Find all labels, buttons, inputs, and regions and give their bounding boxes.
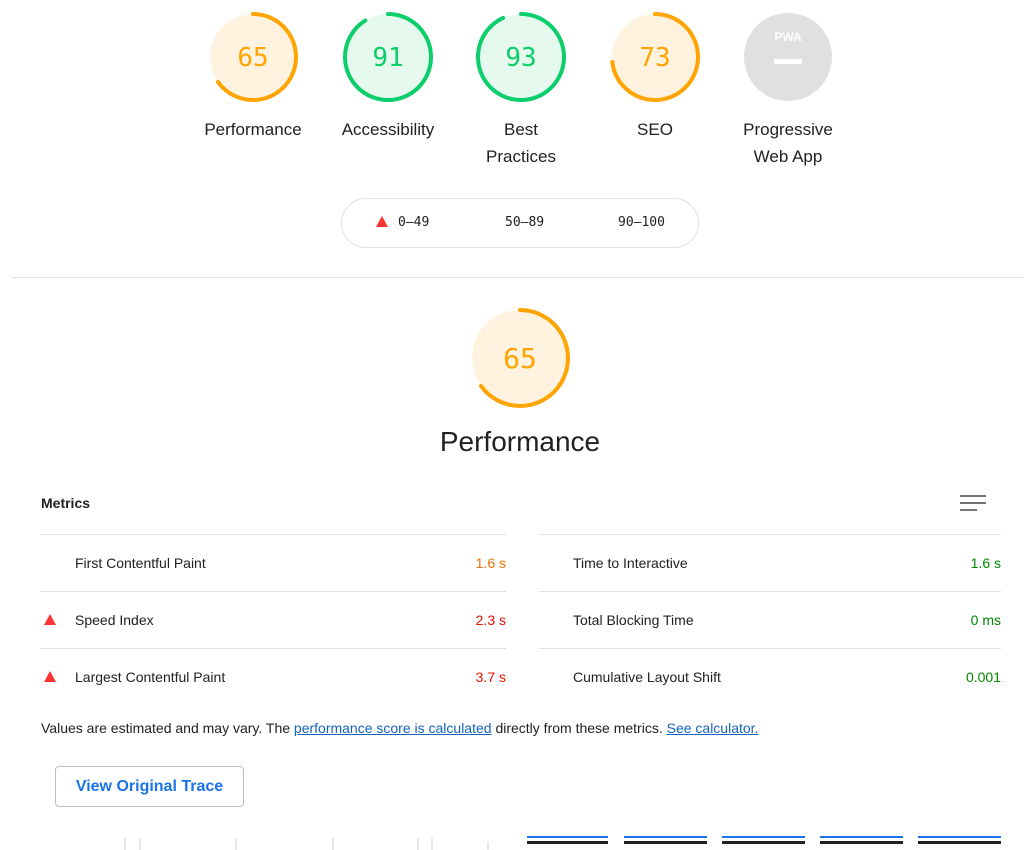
legend-fail: 0–49: [376, 215, 429, 231]
filmstrip-thumbnails: [124, 836, 1001, 850]
accessibility-label[interactable]: Accessibility: [318, 116, 458, 143]
performance-label-line: Performance: [204, 120, 302, 139]
metric-value: 3.7 s: [475, 669, 506, 685]
best-practices-label-line-2: Practices: [486, 147, 556, 166]
pwa-label-line-2: Web App: [753, 147, 823, 166]
metric-row[interactable]: Total Blocking Time 0 ms: [539, 591, 1001, 647]
metric-row[interactable]: Largest Contentful Paint 3.7 s: [41, 648, 506, 704]
legend-average: 50–89: [505, 215, 544, 231]
fail-triangle-icon: [44, 671, 56, 682]
metric-title: Speed Index: [75, 612, 154, 628]
performance-detail-score: 65: [503, 342, 537, 375]
best-practices-label-line-1: Best: [503, 120, 539, 139]
performance-gauge[interactable]: 65: [208, 12, 298, 102]
legend-fail-range: 0–49: [398, 215, 430, 230]
metric-row[interactable]: Time to Interactive 1.6 s: [539, 534, 1001, 590]
metric-row[interactable]: Cumulative Layout Shift 0.001: [539, 648, 1001, 704]
metric-row[interactable]: First Contentful Paint 1.6 s: [41, 534, 506, 590]
fail-triangle-icon: [44, 614, 56, 625]
score-calculated-link[interactable]: performance score is calculated: [294, 720, 492, 736]
metric-title: Cumulative Layout Shift: [573, 669, 721, 685]
metrics-heading: Metrics: [41, 495, 91, 511]
accessibility-label-line: Accessibility: [341, 120, 435, 139]
seo-score: 73: [639, 43, 670, 73]
legend-pass: 90–100: [618, 215, 665, 231]
performance-title: Performance: [439, 426, 601, 457]
pwa-badge-text: PWA: [774, 30, 802, 44]
metric-value: 1.6 s: [475, 555, 506, 571]
metric-value: 2.3 s: [475, 612, 506, 628]
score-scale-legend: 0–49 50–89 90–100: [341, 198, 699, 248]
seo-label-line: SEO: [637, 120, 673, 139]
metric-value: 1.6 s: [970, 555, 1001, 571]
legend-average-range: 50–89: [505, 215, 545, 230]
pwa-label-line-1: Progressive: [743, 120, 833, 139]
list-toggle-icon[interactable]: [960, 495, 986, 513]
performance-score: 65: [237, 43, 268, 73]
note-middle: directly from these metrics.: [491, 720, 667, 736]
legend-pass-range: 90–100: [618, 215, 665, 230]
section-divider: [12, 277, 1024, 278]
accessibility-gauge[interactable]: 91: [343, 12, 433, 102]
pwa-label[interactable]: Progressive Web App: [718, 116, 858, 170]
accessibility-score: 91: [372, 43, 403, 73]
seo-label[interactable]: SEO: [585, 116, 725, 143]
performance-label[interactable]: Performance: [183, 116, 323, 143]
metric-title: Time to Interactive: [573, 555, 688, 571]
metrics-note: Values are estimated and may vary. The p…: [41, 719, 758, 737]
best-practices-gauge[interactable]: 93: [476, 12, 566, 102]
metric-title: Total Blocking Time: [573, 612, 694, 628]
see-calculator-link[interactable]: See calculator.: [667, 720, 759, 736]
metric-value: 0 ms: [970, 612, 1001, 628]
view-original-trace-button[interactable]: View Original Trace: [55, 766, 244, 807]
best-practices-score: 93: [505, 43, 536, 73]
metric-row[interactable]: Speed Index 2.3 s: [41, 591, 506, 647]
fail-triangle-icon: [376, 216, 388, 227]
note-prefix: Values are estimated and may vary. The: [41, 720, 294, 736]
performance-detail-gauge: 65: [470, 308, 570, 408]
metric-title: First Contentful Paint: [75, 555, 206, 571]
seo-gauge[interactable]: 73: [610, 12, 700, 102]
metric-value: 0.001: [965, 669, 1001, 685]
metric-title: Largest Contentful Paint: [75, 669, 226, 685]
pwa-dash-icon: [774, 59, 802, 64]
pwa-gauge[interactable]: PWA: [743, 12, 833, 102]
best-practices-label[interactable]: Best Practices: [451, 116, 591, 170]
